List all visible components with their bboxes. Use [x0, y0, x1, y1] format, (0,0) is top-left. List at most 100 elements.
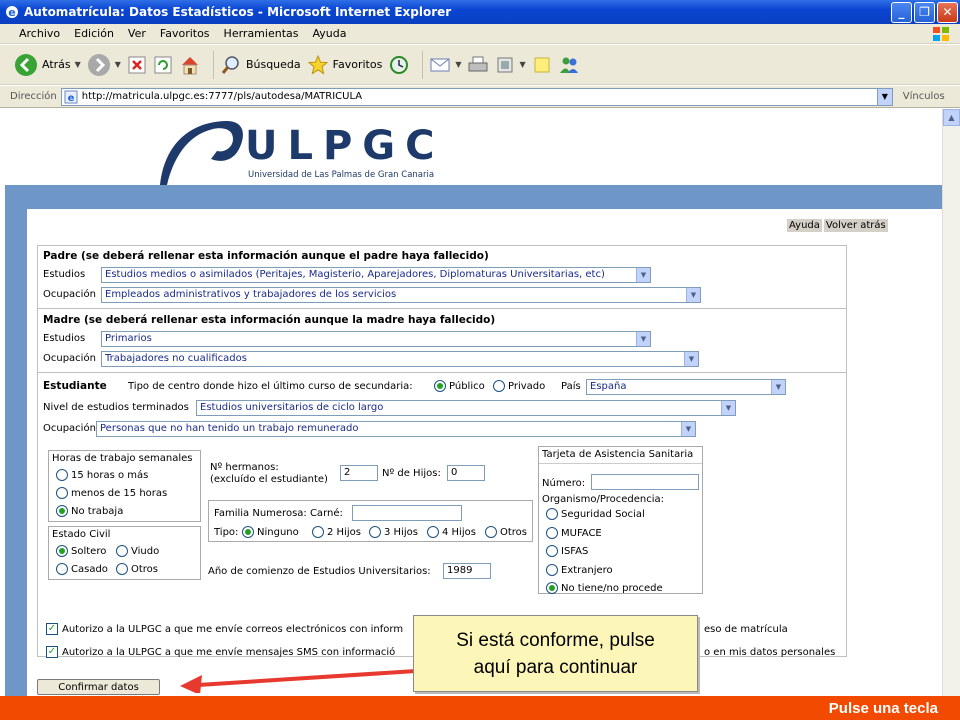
toolbar-separator: [212, 50, 214, 79]
back-link[interactable]: Volver atrás: [823, 219, 888, 232]
father-studies-select[interactable]: Estudios medios o asimilados (Peritajes,…: [101, 267, 651, 283]
back-label: Atrás: [42, 58, 71, 71]
type-option-ninguno[interactable]: Ninguno: [242, 526, 299, 538]
refresh-button[interactable]: [153, 55, 173, 75]
civil-option-viudo[interactable]: Viudo: [116, 545, 159, 557]
organism-option-none[interactable]: No tiene/no procede: [546, 582, 663, 594]
search-button[interactable]: Búsqueda: [220, 54, 301, 76]
menu-edicion[interactable]: Edición: [67, 27, 121, 40]
center-type-label: Tipo de centro donde hizo el último curs…: [128, 381, 413, 392]
vertical-scrollbar[interactable]: ▲: [942, 109, 960, 696]
radio-icon: [546, 545, 558, 557]
work-hours-title: Horas de trabajo semanales: [52, 453, 193, 464]
confirm-data-button[interactable]: Confirmar datos: [37, 679, 160, 695]
search-icon: [221, 55, 239, 74]
menu-ayuda[interactable]: Ayuda: [305, 27, 353, 40]
siblings-sublabel: (excluído el estudiante): [210, 474, 328, 485]
notes-button[interactable]: [532, 55, 552, 75]
organism-option-isfas[interactable]: ISFAS: [546, 545, 588, 557]
organism-option-muface[interactable]: MUFACE: [546, 527, 602, 539]
forward-dropdown-icon[interactable]: ▼: [115, 60, 121, 69]
sms-consent-label: Autorizo a la ULPGC a que me envíe mensa…: [62, 646, 396, 658]
type-option-otros[interactable]: Otros: [485, 526, 527, 538]
mother-studies-select[interactable]: Primarios ▼: [101, 331, 651, 347]
mail-dropdown-icon[interactable]: ▼: [455, 60, 461, 69]
country-value: España: [590, 381, 627, 392]
civil-option-otros[interactable]: Otros: [116, 563, 158, 575]
type-option-label: 3 Hijos: [384, 526, 418, 538]
father-title: Padre (se deberá rellenar esta informaci…: [43, 250, 489, 262]
menu-archivo[interactable]: Archivo: [12, 27, 67, 40]
mail-button[interactable]: ▼: [429, 55, 461, 75]
edit-button[interactable]: ▼: [495, 55, 526, 75]
sms-consent-checkbox[interactable]: ✓ Autorizo a la ULPGC a que me envíe men…: [46, 646, 395, 658]
organism-option-extranjero[interactable]: Extranjero: [546, 564, 613, 576]
chevron-down-icon: ▼: [681, 422, 695, 436]
edit-dropdown-icon[interactable]: ▼: [519, 60, 525, 69]
print-button[interactable]: [467, 55, 489, 75]
history-button[interactable]: [388, 54, 410, 76]
father-occupation-select[interactable]: Empleados administrativos y trabajadores…: [101, 287, 701, 303]
type-option-3[interactable]: 3 Hijos: [369, 526, 418, 538]
menu-favoritos[interactable]: Favoritos: [153, 27, 217, 40]
work-hours-option-2[interactable]: menos de 15 horas: [56, 487, 167, 499]
student-occupation-select[interactable]: Personas que no han tenido un trabajo re…: [96, 421, 696, 437]
links-label[interactable]: Vínculos: [903, 91, 945, 102]
windows-logo-icon: [933, 27, 949, 41]
work-hours-option-label: menos de 15 horas: [71, 487, 168, 499]
level-select[interactable]: Estudios universitarios de ciclo largo ▼: [196, 400, 736, 416]
note-icon: [534, 57, 550, 72]
large-family-card-input[interactable]: [352, 505, 462, 521]
mother-occupation-select[interactable]: Trabajadores no cualificados ▼: [101, 351, 699, 367]
favorites-button[interactable]: Favoritos: [307, 54, 383, 76]
radio-icon: [427, 526, 439, 538]
home-button[interactable]: [179, 54, 201, 76]
back-button[interactable]: Atrás ▼: [14, 53, 81, 77]
radio-selected-icon: [56, 505, 68, 517]
statistics-form: Padre (se deberá rellenar esta informaci…: [37, 245, 847, 658]
center-public-radio[interactable]: Público: [434, 380, 485, 392]
menu-herramientas[interactable]: Herramientas: [217, 27, 306, 40]
children-input[interactable]: 0: [447, 465, 485, 481]
type-option-2[interactable]: 2 Hijos: [312, 526, 361, 538]
health-number-label: Número:: [542, 478, 586, 489]
callout-line-2: aquí para continuar: [473, 656, 638, 678]
favorites-label: Favoritos: [332, 58, 383, 71]
sms-consent-label-end: o en mis datos personales: [704, 647, 836, 658]
close-button[interactable]: ✕: [937, 1, 958, 23]
organism-option-ss[interactable]: Seguridad Social: [546, 508, 645, 520]
work-hours-option-3[interactable]: No trabaja: [56, 505, 123, 517]
radio-selected-icon: [546, 582, 558, 594]
star-icon: [307, 54, 328, 75]
minimize-button[interactable]: _: [891, 1, 912, 23]
siblings-input[interactable]: 2: [340, 465, 378, 481]
address-dropdown-icon[interactable]: ▼: [876, 88, 892, 105]
civil-option-casado[interactable]: Casado: [56, 563, 108, 575]
radio-icon: [56, 487, 68, 499]
help-link[interactable]: Ayuda: [787, 219, 822, 232]
chevron-down-icon: ▼: [686, 288, 700, 302]
window-title: Automatrícula: Datos Estadísticos - Micr…: [24, 5, 452, 19]
radio-icon: [485, 526, 497, 538]
back-dropdown-icon[interactable]: ▼: [75, 60, 81, 69]
work-hours-option-1[interactable]: 15 horas o más: [56, 469, 148, 481]
forward-button[interactable]: ▼: [87, 53, 121, 77]
level-value: Estudios universitarios de ciclo largo: [200, 402, 384, 413]
maximize-button[interactable]: ❐: [914, 1, 935, 23]
civil-option-soltero[interactable]: Soltero: [56, 545, 106, 557]
stop-button[interactable]: [127, 55, 147, 75]
email-consent-checkbox[interactable]: ✓ Autorizo a la ULPGC a que me envíe cor…: [46, 623, 403, 635]
home-icon: [181, 56, 198, 74]
address-input[interactable]: e http://matricula.ulpgc.es:7777/pls/aut…: [60, 87, 893, 106]
scroll-up-arrow-icon[interactable]: ▲: [943, 109, 960, 126]
messenger-button[interactable]: [558, 55, 580, 75]
address-label: Dirección: [10, 91, 57, 102]
center-private-radio[interactable]: Privado: [493, 380, 545, 392]
health-number-input[interactable]: [591, 474, 699, 490]
civil-option-label: Otros: [131, 563, 159, 575]
type-option-4[interactable]: 4 Hijos: [427, 526, 476, 538]
start-year-input[interactable]: 1989: [443, 563, 491, 579]
country-select[interactable]: España ▼: [586, 379, 786, 395]
radio-icon: [56, 469, 68, 481]
menu-ver[interactable]: Ver: [121, 27, 153, 40]
